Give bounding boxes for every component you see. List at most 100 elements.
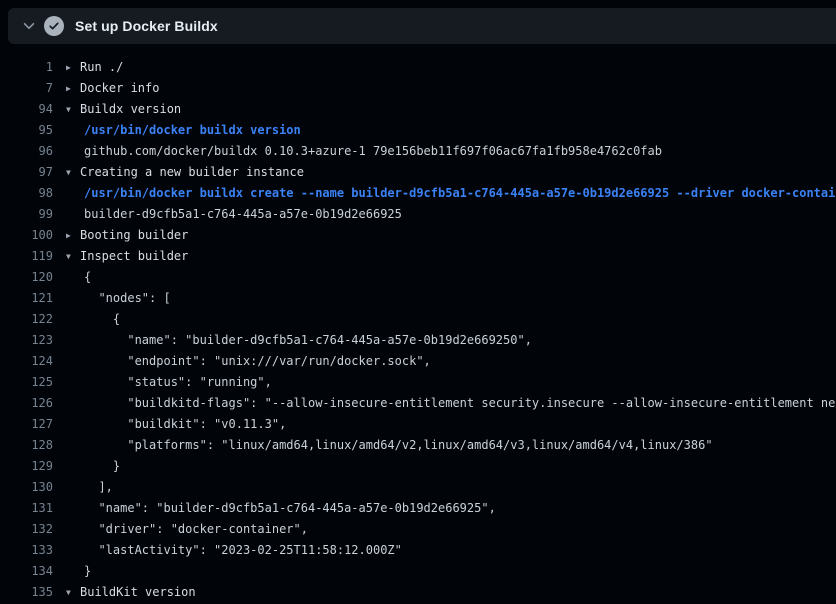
line-number[interactable]: 128 xyxy=(0,435,53,456)
group-title[interactable]: Run ./ xyxy=(80,57,123,78)
line-number[interactable]: 124 xyxy=(0,351,53,372)
group-title[interactable]: BuildKit version xyxy=(80,582,196,603)
command-text: /usr/bin/docker buildx version xyxy=(80,120,301,141)
output-text: "lastActivity": "2023-02-25T11:58:12.000… xyxy=(80,540,402,561)
output-text: "buildkit": "v0.11.3", xyxy=(80,414,286,435)
group-title[interactable]: Creating a new builder instance xyxy=(80,162,304,183)
marker-spacer xyxy=(66,519,80,540)
triangle-expanded-icon[interactable]: ▼ xyxy=(66,99,80,120)
output-text: "name": "builder-d9cfb5a1-c764-445a-a57e… xyxy=(80,498,496,519)
log-row: 124 "endpoint": "unix:///var/run/docker.… xyxy=(0,351,836,372)
line-number[interactable]: 1 xyxy=(0,57,53,78)
line-number[interactable]: 125 xyxy=(0,372,53,393)
log-row: 98/usr/bin/docker buildx create --name b… xyxy=(0,183,836,204)
output-text: "driver": "docker-container", xyxy=(80,519,308,540)
command-text: /usr/bin/docker buildx create --name bui… xyxy=(80,183,836,204)
log-row: 99 builder-d9cfb5a1-c764-445a-a57e-0b19d2… xyxy=(0,204,836,225)
chevron-down-icon[interactable] xyxy=(14,19,44,33)
line-number[interactable]: 133 xyxy=(0,540,53,561)
triangle-expanded-icon[interactable]: ▼ xyxy=(66,582,80,603)
line-number[interactable]: 97 xyxy=(0,162,53,183)
triangle-expanded-icon[interactable]: ▼ xyxy=(66,246,80,267)
line-number[interactable]: 119 xyxy=(0,246,53,267)
output-text: { xyxy=(80,267,91,288)
log-row: 132 "driver": "docker-container", xyxy=(0,519,836,540)
line-number[interactable]: 134 xyxy=(0,561,53,582)
output-text: "endpoint": "unix:///var/run/docker.sock… xyxy=(80,351,431,372)
triangle-expanded-icon[interactable]: ▼ xyxy=(66,162,80,183)
output-text: "buildkitd-flags": "--allow-insecure-ent… xyxy=(80,393,836,414)
log-row: 134} xyxy=(0,561,836,582)
line-number[interactable]: 121 xyxy=(0,288,53,309)
log-row: 123 "name": "builder-d9cfb5a1-c764-445a-… xyxy=(0,330,836,351)
output-text: github.com/docker/buildx 0.10.3+azure-1 … xyxy=(80,141,662,162)
output-text: "platforms": "linux/amd64,linux/amd64/v2… xyxy=(80,435,713,456)
log-lines: 1▶Run ./7▶Docker info94▼Buildx version95… xyxy=(0,57,836,604)
log-row: 120 { xyxy=(0,267,836,288)
step-header[interactable]: Set up Docker Buildx xyxy=(8,8,836,44)
log-row: 122 { xyxy=(0,309,836,330)
line-number[interactable]: 98 xyxy=(0,183,53,204)
log-row: 121 "nodes": [ xyxy=(0,288,836,309)
line-number[interactable]: 127 xyxy=(0,414,53,435)
log-row: 125 "status": "running", xyxy=(0,372,836,393)
marker-spacer xyxy=(66,393,80,414)
line-number[interactable]: 99 xyxy=(0,204,53,225)
marker-spacer xyxy=(66,309,80,330)
log-row: 131 "name": "builder-d9cfb5a1-c764-445a-… xyxy=(0,498,836,519)
log-row[interactable]: 135 ▼BuildKit version xyxy=(0,582,836,603)
log-row[interactable]: 1 ▶Run ./ xyxy=(0,57,836,78)
line-number[interactable]: 131 xyxy=(0,498,53,519)
line-number[interactable]: 130 xyxy=(0,477,53,498)
triangle-collapsed-icon[interactable]: ▶ xyxy=(66,225,80,246)
log-row: 129 } xyxy=(0,456,836,477)
line-number[interactable]: 126 xyxy=(0,393,53,414)
marker-spacer xyxy=(66,540,80,561)
check-circle-icon xyxy=(44,16,64,36)
line-number[interactable]: 132 xyxy=(0,519,53,540)
line-number[interactable]: 100 xyxy=(0,225,53,246)
line-number[interactable]: 123 xyxy=(0,330,53,351)
output-text: { xyxy=(80,309,120,330)
marker-spacer xyxy=(66,372,80,393)
group-title[interactable]: Docker info xyxy=(80,78,159,99)
line-number[interactable]: 96 xyxy=(0,141,53,162)
line-number[interactable]: 122 xyxy=(0,309,53,330)
log-row: 127 "buildkit": "v0.11.3", xyxy=(0,414,836,435)
line-number[interactable]: 120 xyxy=(0,267,53,288)
marker-spacer xyxy=(66,288,80,309)
line-number[interactable]: 129 xyxy=(0,456,53,477)
triangle-collapsed-icon[interactable]: ▶ xyxy=(66,78,80,99)
marker-spacer xyxy=(66,498,80,519)
marker-spacer xyxy=(66,351,80,372)
log-row: 126 "buildkitd-flags": "--allow-insecure… xyxy=(0,393,836,414)
marker-spacer xyxy=(66,477,80,498)
marker-spacer xyxy=(66,141,80,162)
group-title[interactable]: Buildx version xyxy=(80,99,181,120)
group-title[interactable]: Inspect builder xyxy=(80,246,188,267)
output-text: "nodes": [ xyxy=(80,288,171,309)
output-text: builder-d9cfb5a1-c764-445a-a57e-0b19d2e6… xyxy=(80,204,402,225)
marker-spacer xyxy=(66,561,80,582)
line-number[interactable]: 95 xyxy=(0,120,53,141)
line-number[interactable]: 7 xyxy=(0,78,53,99)
marker-spacer xyxy=(66,435,80,456)
output-text: "status": "running", xyxy=(80,372,272,393)
log-row[interactable]: 119 ▼Inspect builder xyxy=(0,246,836,267)
line-number[interactable]: 94 xyxy=(0,99,53,120)
log-row: 96 github.com/docker/buildx 0.10.3+azure-… xyxy=(0,141,836,162)
log-row: 130 ], xyxy=(0,477,836,498)
triangle-collapsed-icon[interactable]: ▶ xyxy=(66,57,80,78)
log-container: 1▶Run ./7▶Docker info94▼Buildx version95… xyxy=(0,44,836,604)
log-row: 95/usr/bin/docker buildx version xyxy=(0,120,836,141)
log-row[interactable]: 97 ▼Creating a new builder instance xyxy=(0,162,836,183)
log-row[interactable]: 94 ▼Buildx version xyxy=(0,99,836,120)
log-row[interactable]: 7 ▶Docker info xyxy=(0,78,836,99)
marker-spacer xyxy=(66,330,80,351)
line-number[interactable]: 135 xyxy=(0,582,53,603)
log-row[interactable]: 100 ▶Booting builder xyxy=(0,225,836,246)
group-title[interactable]: Booting builder xyxy=(80,225,188,246)
marker-spacer xyxy=(66,414,80,435)
marker-spacer xyxy=(66,183,80,204)
marker-spacer xyxy=(66,120,80,141)
